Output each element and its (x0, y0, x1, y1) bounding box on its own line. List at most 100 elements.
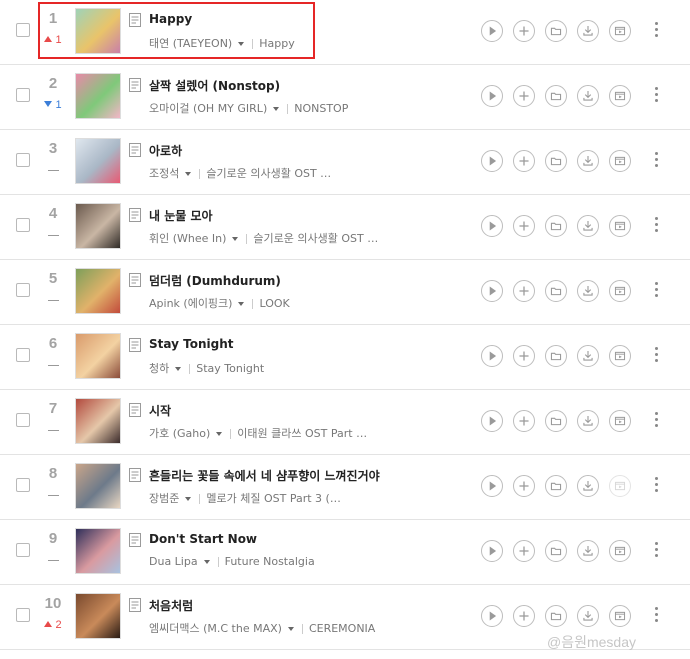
album-link[interactable]: 멜로가 체질 OST Part 3 (… (206, 492, 340, 505)
download-button[interactable] (577, 410, 599, 432)
artist-dropdown-icon[interactable] (238, 301, 245, 306)
folder-button[interactable] (545, 280, 567, 302)
album-link[interactable]: NONSTOP (294, 102, 348, 115)
music-video-button[interactable] (609, 475, 631, 497)
lyrics-icon[interactable] (129, 207, 141, 222)
download-button[interactable] (577, 85, 599, 107)
artist-dropdown-icon[interactable] (216, 431, 223, 436)
folder-button[interactable] (545, 605, 567, 627)
play-button[interactable] (481, 345, 503, 367)
album-link[interactable]: Stay Tonight (196, 362, 264, 375)
artist-link[interactable]: Apink (에이핑크) (149, 297, 232, 310)
download-button[interactable] (577, 215, 599, 237)
lyrics-icon[interactable] (129, 142, 141, 157)
album-link[interactable]: 슬기로운 의사생활 OST … (253, 232, 378, 245)
song-checkbox[interactable] (16, 88, 30, 102)
song-checkbox[interactable] (16, 608, 30, 622)
music-video-button[interactable] (609, 150, 631, 172)
album-link[interactable]: 슬기로운 의사생활 OST … (206, 167, 331, 180)
artist-link[interactable]: 장범준 (149, 492, 179, 505)
music-video-button[interactable] (609, 605, 631, 627)
more-options-icon[interactable] (652, 347, 660, 367)
add-button[interactable] (513, 215, 535, 237)
add-button[interactable] (513, 280, 535, 302)
artist-dropdown-icon[interactable] (232, 236, 239, 241)
folder-button[interactable] (545, 20, 567, 42)
song-title[interactable]: 살짝 설렜어 (Nonstop) (149, 77, 280, 94)
album-cover[interactable] (75, 138, 121, 184)
music-video-button[interactable] (609, 280, 631, 302)
artist-link[interactable]: 엠씨더맥스 (M.C the MAX) (149, 622, 282, 635)
more-options-icon[interactable] (652, 542, 660, 562)
add-button[interactable] (513, 410, 535, 432)
add-button[interactable] (513, 85, 535, 107)
more-options-icon[interactable] (652, 477, 660, 497)
song-checkbox[interactable] (16, 153, 30, 167)
song-title[interactable]: Stay Tonight (149, 337, 233, 351)
lyrics-icon[interactable] (129, 337, 141, 352)
album-cover[interactable] (75, 268, 121, 314)
album-link[interactable]: CEREMONIA (309, 622, 375, 635)
download-button[interactable] (577, 475, 599, 497)
song-checkbox[interactable] (16, 23, 30, 37)
play-button[interactable] (481, 215, 503, 237)
more-options-icon[interactable] (652, 412, 660, 432)
album-cover[interactable] (75, 593, 121, 639)
song-checkbox[interactable] (16, 348, 30, 362)
music-video-button[interactable] (609, 215, 631, 237)
artist-link[interactable]: 휘인 (Whee In) (149, 232, 226, 245)
folder-button[interactable] (545, 345, 567, 367)
artist-link[interactable]: 가호 (Gaho) (149, 427, 210, 440)
more-options-icon[interactable] (652, 282, 660, 302)
song-title[interactable]: 시작 (149, 402, 171, 419)
play-button[interactable] (481, 150, 503, 172)
artist-link[interactable]: 조정석 (149, 167, 179, 180)
artist-dropdown-icon[interactable] (273, 106, 280, 111)
song-title[interactable]: 흔들리는 꽃들 속에서 네 샴푸향이 느껴진거야 (149, 467, 380, 484)
artist-dropdown-icon[interactable] (287, 626, 294, 631)
album-cover[interactable] (75, 398, 121, 444)
song-checkbox[interactable] (16, 413, 30, 427)
song-title[interactable]: 처음처럼 (149, 597, 193, 614)
play-button[interactable] (481, 540, 503, 562)
play-button[interactable] (481, 605, 503, 627)
more-options-icon[interactable] (652, 607, 660, 627)
folder-button[interactable] (545, 85, 567, 107)
music-video-button[interactable] (609, 540, 631, 562)
song-checkbox[interactable] (16, 283, 30, 297)
album-cover[interactable] (75, 73, 121, 119)
play-button[interactable] (481, 280, 503, 302)
folder-button[interactable] (545, 475, 567, 497)
song-checkbox[interactable] (16, 218, 30, 232)
more-options-icon[interactable] (652, 22, 660, 42)
artist-dropdown-icon[interactable] (185, 496, 192, 501)
add-button[interactable] (513, 345, 535, 367)
add-button[interactable] (513, 475, 535, 497)
folder-button[interactable] (545, 540, 567, 562)
lyrics-icon[interactable] (129, 532, 141, 547)
artist-dropdown-icon[interactable] (185, 171, 192, 176)
lyrics-icon[interactable] (129, 402, 141, 417)
song-title[interactable]: 아로하 (149, 142, 182, 159)
download-button[interactable] (577, 540, 599, 562)
play-button[interactable] (481, 475, 503, 497)
artist-link[interactable]: 오마이걸 (OH MY GIRL) (149, 102, 267, 115)
download-button[interactable] (577, 20, 599, 42)
artist-dropdown-icon[interactable] (203, 559, 210, 564)
album-link[interactable]: LOOK (259, 297, 289, 310)
song-checkbox[interactable] (16, 478, 30, 492)
add-button[interactable] (513, 150, 535, 172)
more-options-icon[interactable] (652, 87, 660, 107)
album-cover[interactable] (75, 463, 121, 509)
lyrics-icon[interactable] (129, 467, 141, 482)
artist-link[interactable]: 청하 (149, 362, 169, 375)
add-button[interactable] (513, 540, 535, 562)
lyrics-icon[interactable] (129, 597, 141, 612)
more-options-icon[interactable] (652, 217, 660, 237)
song-title[interactable]: Don't Start Now (149, 532, 257, 546)
album-link[interactable]: Future Nostalgia (225, 555, 315, 568)
album-cover[interactable] (75, 528, 121, 574)
lyrics-icon[interactable] (129, 272, 141, 287)
album-cover[interactable] (75, 333, 121, 379)
play-button[interactable] (481, 85, 503, 107)
